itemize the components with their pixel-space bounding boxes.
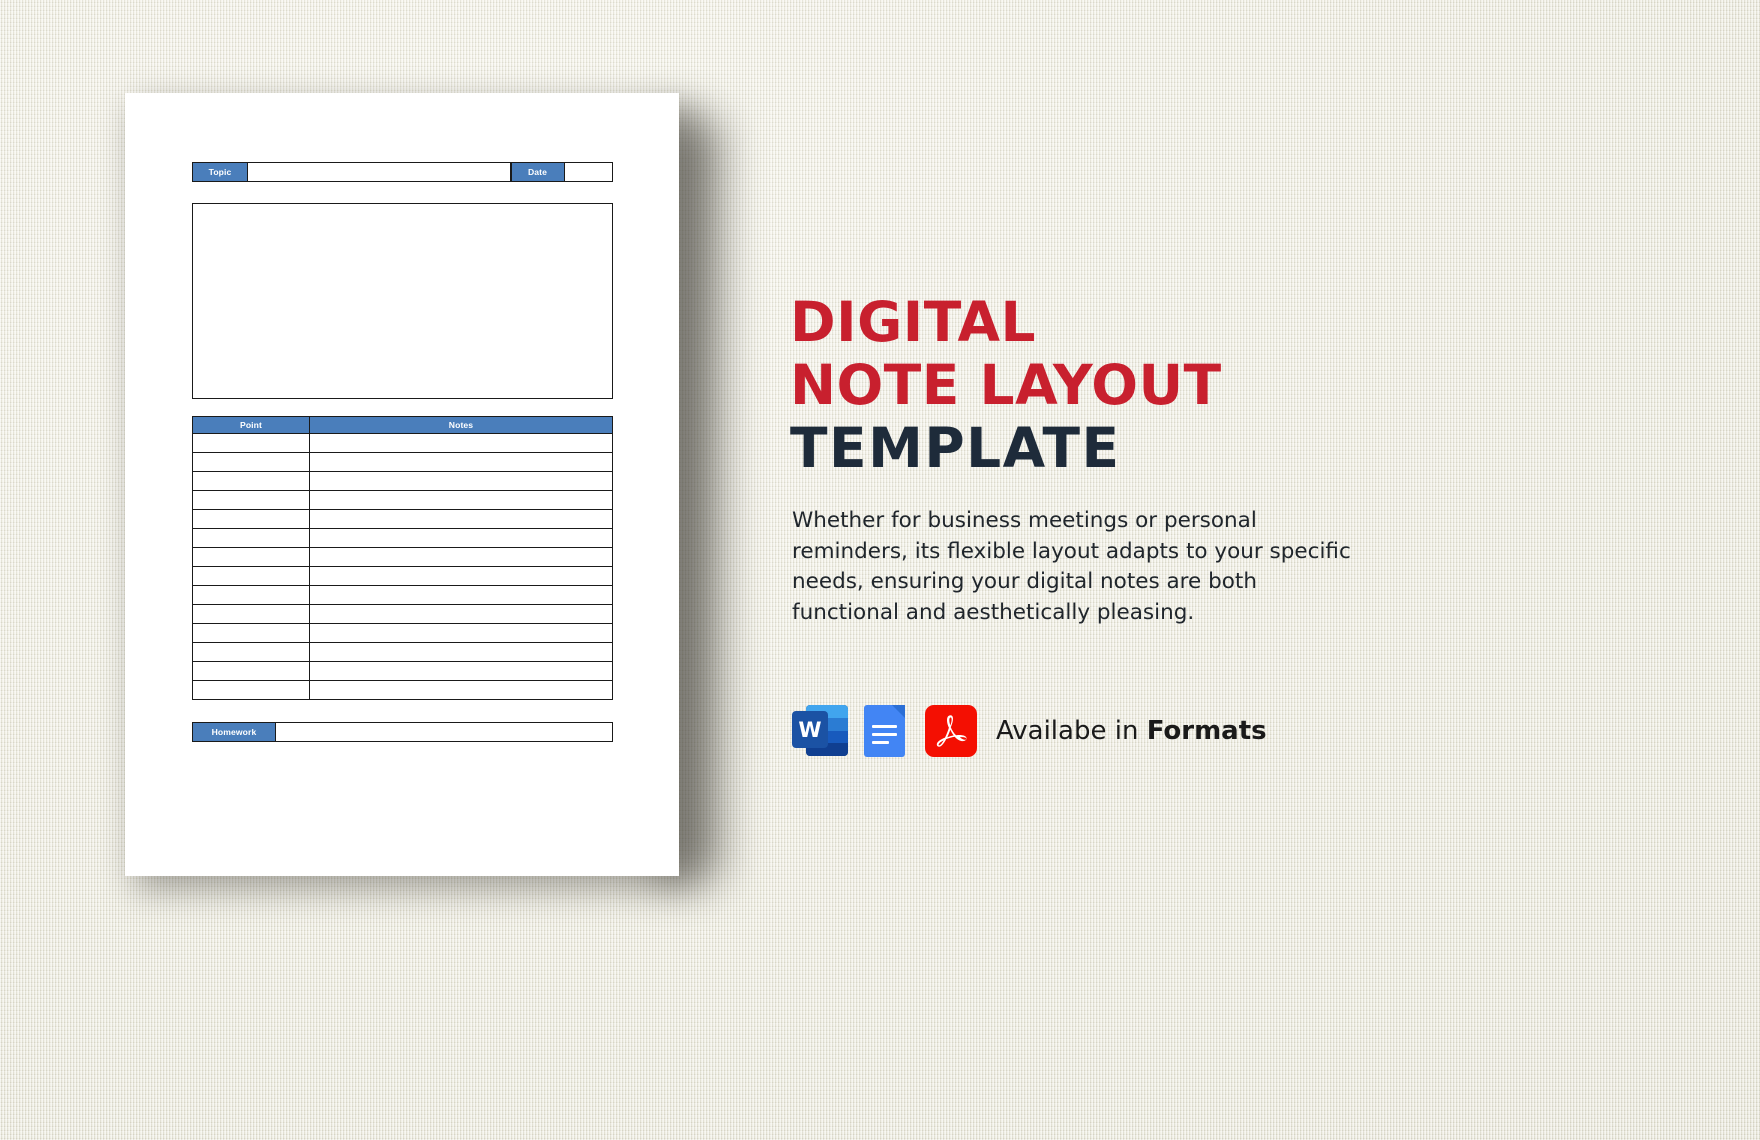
cell-point[interactable]	[192, 566, 310, 586]
cell-notes[interactable]	[309, 547, 613, 567]
cell-point[interactable]	[192, 490, 310, 510]
cell-notes[interactable]	[309, 642, 613, 662]
topic-input[interactable]	[248, 162, 511, 182]
word-letter-w: W	[792, 711, 828, 748]
availability-strong: Formats	[1146, 715, 1267, 746]
adobe-pdf-icon[interactable]	[920, 702, 977, 759]
table-row	[192, 604, 613, 624]
cell-notes[interactable]	[309, 680, 613, 700]
notes-table-header-row: Point Notes	[192, 416, 613, 434]
notes-table-body	[192, 433, 613, 700]
table-row	[192, 471, 613, 491]
date-input[interactable]	[564, 162, 613, 182]
cell-notes[interactable]	[309, 661, 613, 681]
homework-label: Homework	[192, 722, 276, 742]
table-row	[192, 433, 613, 453]
table-row	[192, 547, 613, 567]
column-header-notes: Notes	[309, 416, 613, 434]
table-row	[192, 585, 613, 605]
gdocs-page-shape	[864, 705, 905, 757]
description-text: Whether for business meetings or persona…	[792, 508, 1351, 625]
cell-notes[interactable]	[309, 509, 613, 529]
microsoft-word-icon[interactable]: W	[792, 702, 849, 759]
table-row	[192, 566, 613, 586]
date-label: Date	[510, 162, 565, 182]
homework-input[interactable]	[276, 722, 613, 742]
cell-point[interactable]	[192, 547, 310, 567]
cell-notes[interactable]	[309, 604, 613, 624]
table-row	[192, 509, 613, 529]
title-line-3: TEMPLATE	[790, 416, 1121, 480]
cell-point[interactable]	[192, 604, 310, 624]
table-row	[192, 680, 613, 700]
cell-point[interactable]	[192, 509, 310, 529]
cell-point[interactable]	[192, 661, 310, 681]
homework-row: Homework	[192, 722, 613, 742]
acrobat-glyph	[936, 715, 967, 747]
freeform-notes-box[interactable]	[192, 203, 613, 399]
cell-notes[interactable]	[309, 566, 613, 586]
cell-point[interactable]	[192, 433, 310, 453]
title-line-1: DIGITAL	[790, 290, 1037, 354]
table-row	[192, 642, 613, 662]
table-row	[192, 490, 613, 510]
cell-notes[interactable]	[309, 471, 613, 491]
cell-notes[interactable]	[309, 452, 613, 472]
google-docs-icon[interactable]	[856, 702, 913, 759]
topic-label: Topic	[192, 162, 248, 182]
cell-notes[interactable]	[309, 623, 613, 643]
cell-point[interactable]	[192, 528, 310, 548]
gdocs-fold-corner	[892, 705, 905, 718]
table-row	[192, 623, 613, 643]
table-row	[192, 661, 613, 681]
topic-date-row: Topic Date	[192, 162, 613, 182]
cell-notes[interactable]	[309, 433, 613, 453]
document-preview[interactable]: Topic Date Point Notes Homework	[125, 93, 679, 876]
column-header-point: Point	[192, 416, 310, 434]
cell-point[interactable]	[192, 471, 310, 491]
cell-point[interactable]	[192, 680, 310, 700]
cell-point[interactable]	[192, 642, 310, 662]
document-content: Topic Date Point Notes Homework	[192, 162, 613, 742]
cell-point[interactable]	[192, 623, 310, 643]
notes-table-head: Point Notes	[192, 416, 613, 434]
cell-notes[interactable]	[309, 585, 613, 605]
page-title: DIGITAL NOTE LAYOUT TEMPLATE	[790, 291, 1490, 480]
cell-notes[interactable]	[309, 528, 613, 548]
cell-point[interactable]	[192, 452, 310, 472]
cell-point[interactable]	[192, 585, 310, 605]
table-row	[192, 452, 613, 472]
availability-text: Availabe in Formats	[996, 716, 1267, 746]
availability-prefix: Availabe in	[996, 715, 1147, 746]
promo-panel: DIGITAL NOTE LAYOUT TEMPLATE Whether for…	[790, 0, 1550, 1140]
formats-row: W Availabe in Formats	[792, 702, 1267, 759]
cell-notes[interactable]	[309, 490, 613, 510]
table-row	[192, 528, 613, 548]
title-line-2: NOTE LAYOUT	[790, 353, 1222, 417]
notes-table: Point Notes	[192, 416, 613, 700]
